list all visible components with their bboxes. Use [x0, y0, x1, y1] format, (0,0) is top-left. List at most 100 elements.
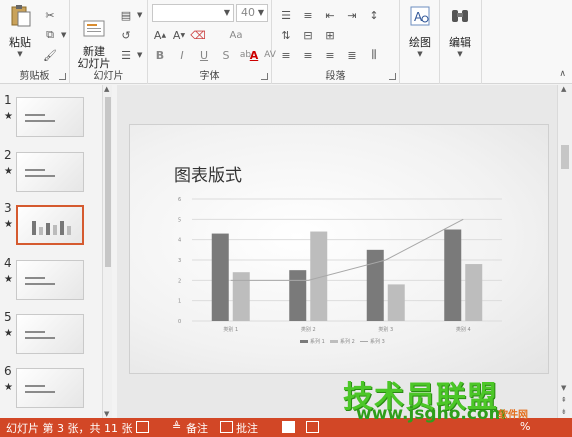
- slide-thumbnail-2[interactable]: [16, 152, 84, 192]
- legend-swatch: [330, 340, 338, 343]
- slide-scroll-up-icon[interactable]: ▲: [561, 85, 566, 93]
- copy-button[interactable]: ⧉ ▼: [42, 26, 66, 44]
- increase-indent-icon[interactable]: ⇥: [344, 8, 360, 22]
- comments-button[interactable]: 批注: [236, 420, 258, 436]
- slide-thumbnail-6[interactable]: [16, 368, 84, 408]
- thumbnail-text-line: [25, 175, 55, 177]
- slide-sorter-icon[interactable]: [306, 421, 319, 433]
- clipboard-group: 粘贴 ▼ ✂ ⧉ ▼ 🖌 剪贴板: [0, 0, 70, 84]
- align-center-icon[interactable]: ≡: [300, 48, 316, 62]
- scroll-down-icon[interactable]: ▼: [104, 410, 109, 418]
- clear-format-icon[interactable]: ⌫: [190, 28, 206, 42]
- align-left-icon[interactable]: ≡: [278, 48, 294, 62]
- decrease-indent-icon[interactable]: ⇤: [322, 8, 338, 22]
- collapse-ribbon-icon[interactable]: ∧: [559, 69, 566, 79]
- clipboard-launcher-icon[interactable]: [59, 73, 66, 80]
- paragraph-launcher-icon[interactable]: [389, 73, 396, 80]
- previous-slide-icon[interactable]: ⇞: [561, 396, 567, 404]
- italic-button[interactable]: I: [174, 48, 190, 62]
- text-direction-icon[interactable]: ⇅: [278, 28, 294, 42]
- legend-label: 系列 1: [310, 338, 325, 345]
- bold-button[interactable]: B: [152, 48, 168, 62]
- slide-editing-area: 图表版式 0 1 2 3 4 5 6 类别 1 类别 2 类别 3 类别 4 系列 1 系列 2 系列 3: [117, 85, 557, 418]
- slide-scroll-thumb[interactable]: [561, 145, 569, 169]
- thumbnail-number: 1: [4, 93, 12, 107]
- slide-thumbnail-5[interactable]: [16, 314, 84, 354]
- font-size-select[interactable]: 40 ▼: [236, 4, 268, 22]
- direction-row: ⇅ ⊟ ⊞: [278, 26, 338, 44]
- thumbnail-chart-bar: [46, 223, 50, 235]
- slide-thumbnail-pane: 1 ★ 2 ★ 3 ★ 4 ★ 5 ★ 6 ★ ▲ ▼: [0, 85, 116, 418]
- zoom-level[interactable]: %: [520, 420, 530, 433]
- slide-thumbnail-3[interactable]: [16, 205, 84, 245]
- comments-icon: [220, 421, 233, 433]
- font-name-select[interactable]: ▼: [152, 4, 234, 22]
- chart[interactable]: 0 1 2 3 4 5 6 类别 1 类别 2 类别 3 类别 4 系列 1 系列 2 系列 3: [130, 125, 550, 375]
- cut-button[interactable]: ✂: [42, 6, 58, 24]
- shapes-icon: A: [410, 6, 430, 26]
- x-tick-label: 类别 3: [378, 326, 393, 333]
- thumbnail-number: 3: [4, 201, 12, 215]
- paste-dropdown-icon[interactable]: ▼: [4, 50, 36, 58]
- scroll-up-icon[interactable]: ▲: [104, 85, 109, 93]
- chart-line-series: [230, 218, 464, 281]
- grow-font-icon[interactable]: A ▲: [152, 28, 168, 42]
- slide-thumbnail-4[interactable]: [16, 260, 84, 300]
- align-text-icon[interactable]: ⊟: [300, 28, 316, 42]
- paste-button[interactable]: 粘贴 ▼: [4, 4, 36, 58]
- section-button[interactable]: ☰ ▼: [118, 46, 142, 64]
- font-color-row: A: [246, 46, 262, 64]
- copy-dropdown-icon[interactable]: ▼: [61, 31, 66, 39]
- bullets-icon[interactable]: ☰: [278, 8, 294, 22]
- slide-scroll-down-icon[interactable]: ▼: [561, 384, 566, 392]
- thumbnail-number: 5: [4, 310, 12, 324]
- thumbnail-chart-bar: [32, 221, 36, 235]
- chart-bar: [366, 249, 384, 321]
- normal-view-icon[interactable]: [282, 421, 295, 433]
- reset-icon: ↺: [121, 28, 131, 42]
- current-slide[interactable]: 图表版式 0 1 2 3 4 5 6 类别 1 类别 2 类别 3 类别 4 系列 1 系列 2 系列 3: [129, 124, 549, 374]
- justify-icon[interactable]: ≣: [344, 48, 360, 62]
- drawing-button[interactable]: A 绘图 ▼: [404, 4, 436, 58]
- thumbnail-scroll-thumb[interactable]: [105, 97, 111, 267]
- columns-icon[interactable]: ⫼: [366, 48, 382, 62]
- chart-bar: [232, 272, 250, 321]
- font-group: ▼ 40 ▼ A ▲ A ▼ ⌫ B I U S abc AV Aa A 字体: [148, 0, 276, 84]
- smartart-icon[interactable]: ⊞: [322, 28, 338, 42]
- line-spacing-icon[interactable]: ↕: [366, 8, 382, 22]
- slide-thumbnail-1[interactable]: [16, 97, 84, 137]
- drawing-label: 绘图: [409, 36, 431, 49]
- change-case-button[interactable]: Aa: [228, 28, 244, 42]
- y-tick-label: 2: [178, 278, 181, 284]
- notes-arrow-icon: ≜: [172, 420, 182, 433]
- shrink-font-icon[interactable]: A ▼: [171, 28, 187, 42]
- spellcheck-icon[interactable]: [136, 421, 149, 433]
- layout-dropdown-icon: ▼: [137, 11, 143, 19]
- align-right-icon[interactable]: ≡: [322, 48, 338, 62]
- font-color-icon[interactable]: A: [246, 48, 262, 62]
- thumbnail-text-line: [25, 120, 55, 122]
- numbering-icon[interactable]: ≡: [300, 8, 316, 22]
- legend-label: 系列 2: [340, 338, 355, 345]
- slide-scrollbar[interactable]: ▲ ▼ ⇞ ⇟: [557, 85, 572, 418]
- notes-button[interactable]: 备注: [186, 420, 208, 436]
- reset-button[interactable]: ↺: [118, 26, 134, 44]
- editing-dropdown-icon: ▼: [457, 50, 463, 58]
- layout-button[interactable]: ▤ ▼: [118, 6, 143, 24]
- slide-count-status: 幻灯片 第 3 张，共 11 张: [6, 422, 133, 435]
- chart-bar: [211, 233, 229, 321]
- watermark-url: www.jsgho.com: [356, 404, 507, 424]
- next-slide-icon[interactable]: ⇟: [561, 408, 567, 416]
- new-slide-icon: [83, 20, 105, 37]
- font-size-value: 40: [241, 6, 255, 19]
- underline-button[interactable]: U: [196, 48, 212, 62]
- format-painter-button[interactable]: 🖌: [42, 46, 58, 64]
- chart-bar: [444, 229, 462, 321]
- y-tick-label: 3: [178, 258, 181, 264]
- font-launcher-icon[interactable]: [261, 73, 268, 80]
- editing-button[interactable]: 编辑 ▼: [444, 4, 476, 58]
- strikethrough-button[interactable]: S: [218, 48, 234, 62]
- watermark-logo: 软件网: [498, 410, 528, 421]
- slides-group: 新建 幻灯片 ▤ ▼ ↺ ☰ ▼ 幻灯片: [70, 0, 148, 84]
- thumbnail-scrollbar[interactable]: ▲ ▼: [102, 85, 112, 418]
